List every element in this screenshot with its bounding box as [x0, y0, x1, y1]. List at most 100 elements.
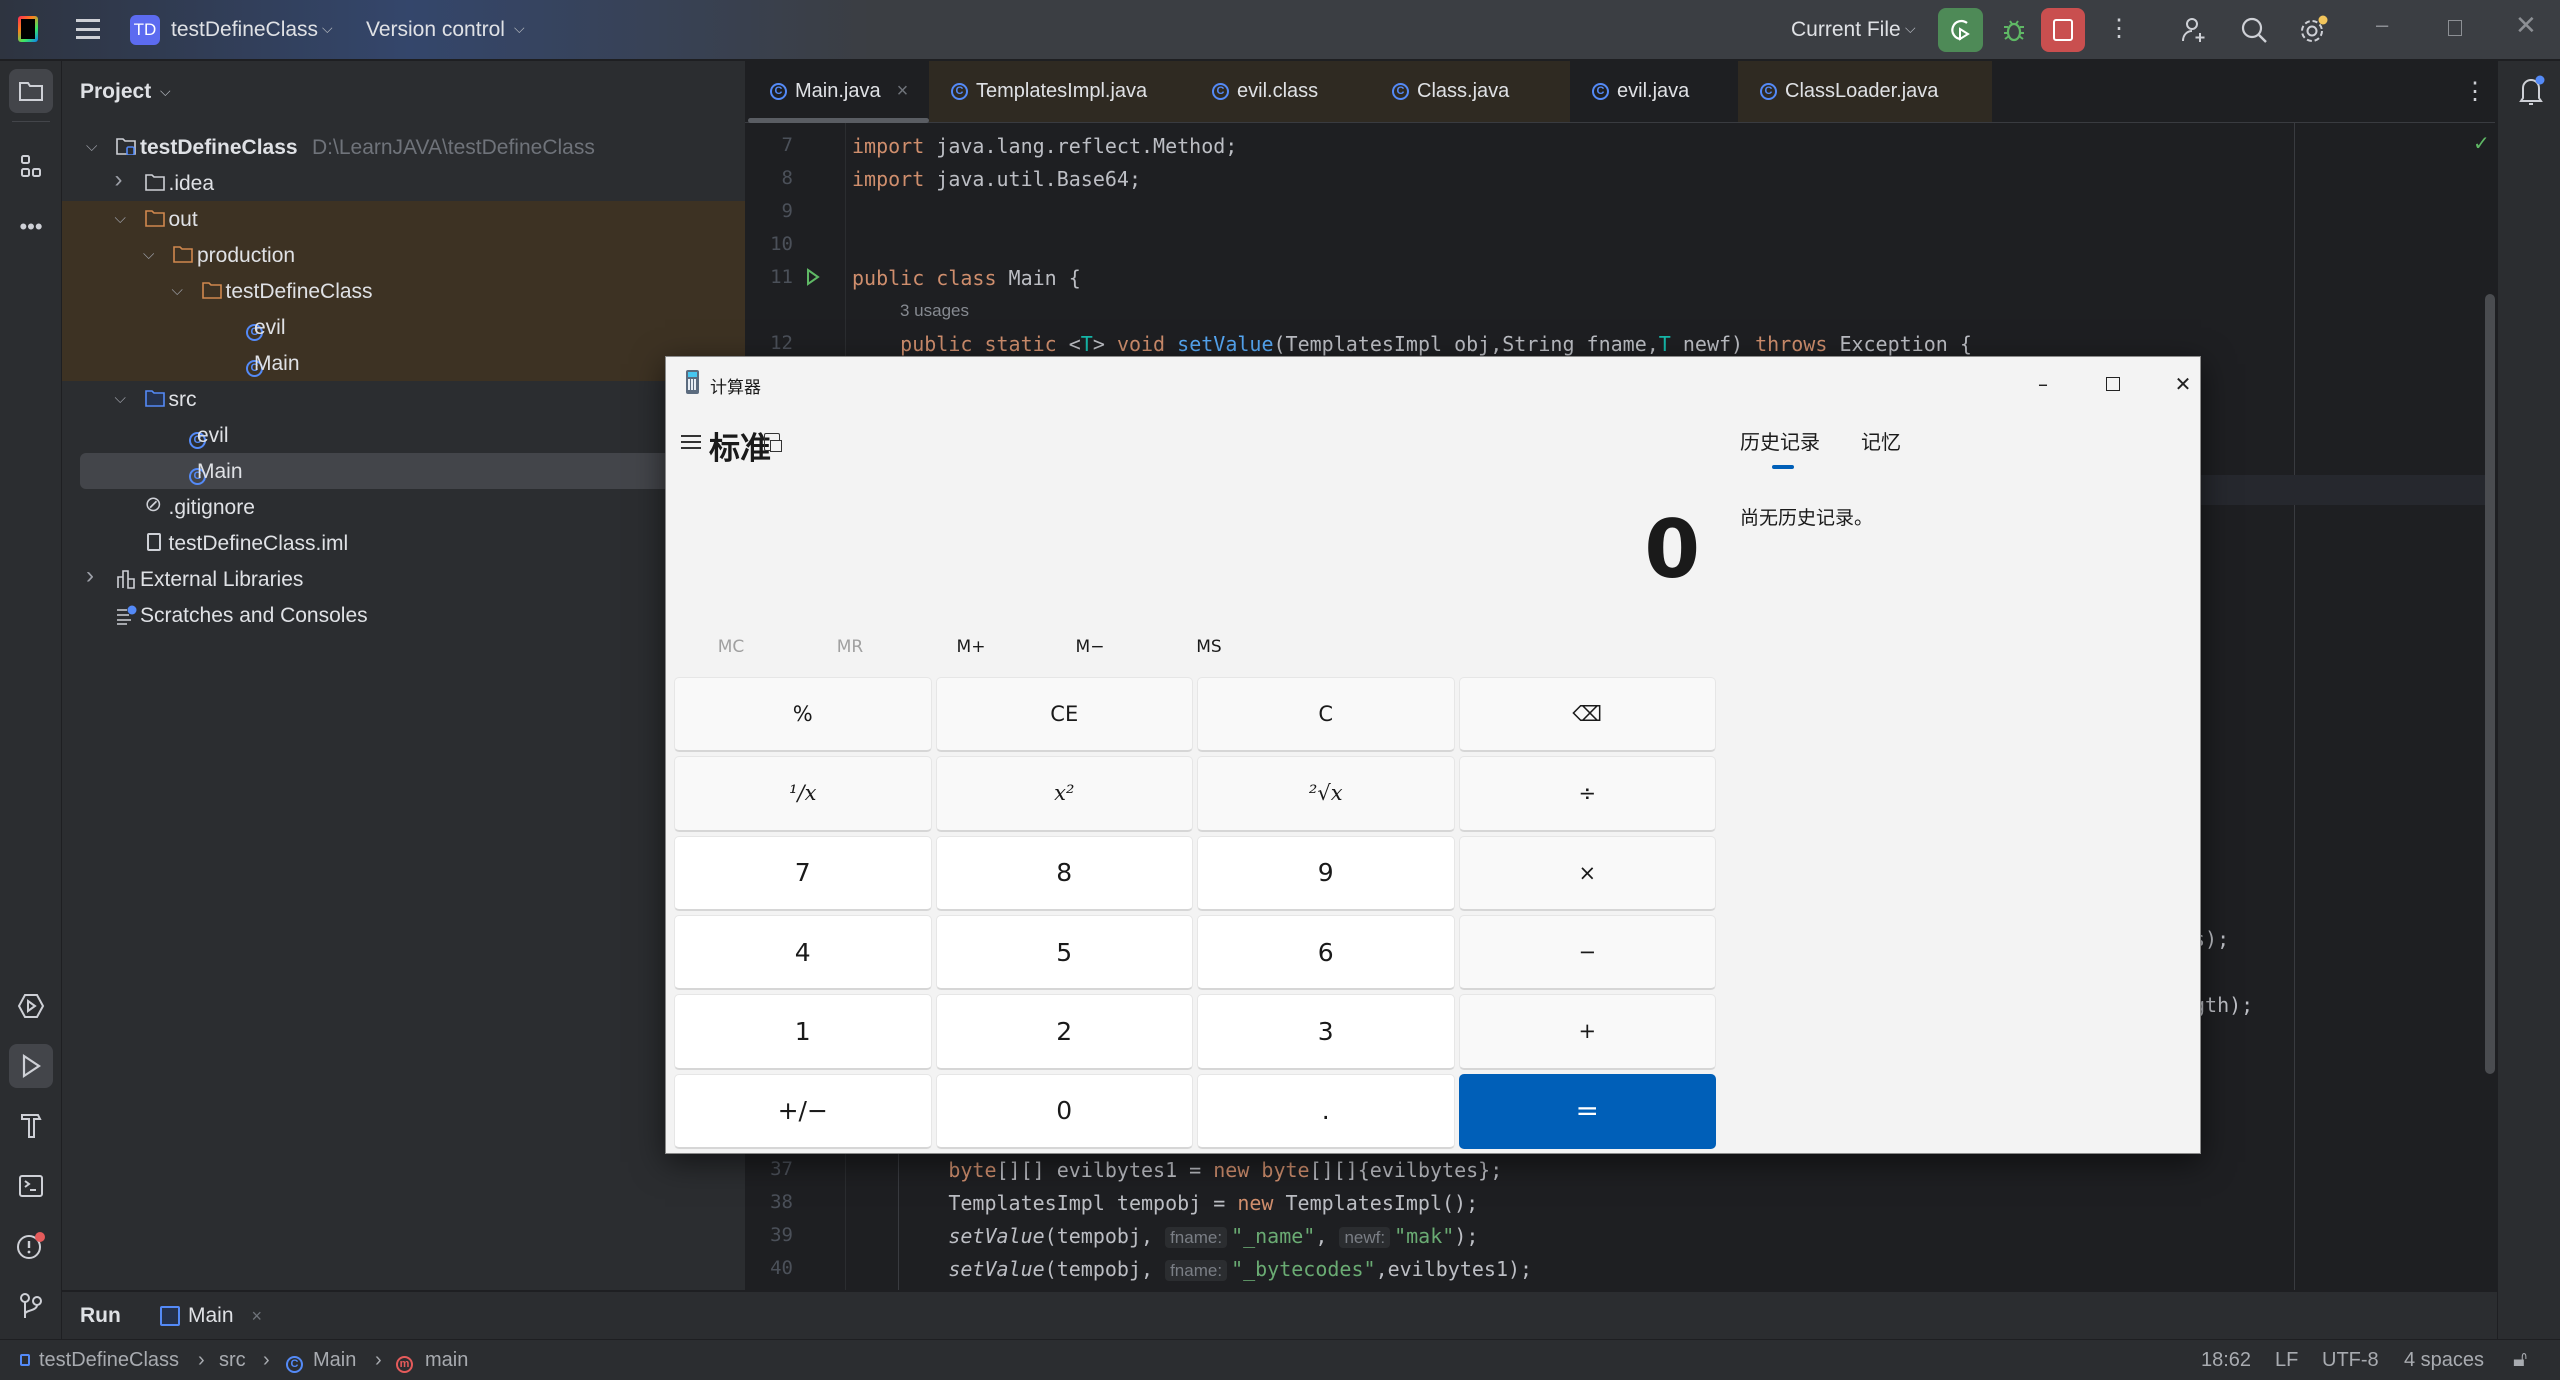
- digit-0-button[interactable]: 0: [935, 1073, 1193, 1149]
- tab-history[interactable]: 历史记录: [1740, 426, 1820, 455]
- breadcrumb-class[interactable]: Main: [313, 1349, 356, 1372]
- intellij-logo-icon[interactable]: [18, 16, 38, 42]
- add-button[interactable]: +: [1458, 994, 1716, 1070]
- backspace-button[interactable]: ⌫: [1458, 677, 1716, 753]
- terminal-tool-button[interactable]: [9, 1164, 53, 1208]
- digit-6-button[interactable]: 6: [1197, 915, 1455, 991]
- chevron-down-icon[interactable]: ⌵: [172, 282, 183, 299]
- chevron-right-icon[interactable]: ›: [115, 166, 123, 194]
- project-badge[interactable]: TD: [130, 15, 160, 45]
- project-tool-button[interactable]: [9, 69, 53, 113]
- tab-class-java[interactable]: C Class.java: [1370, 61, 1570, 122]
- keep-on-top-icon[interactable]: [764, 433, 782, 452]
- square-root-button[interactable]: ²√x: [1197, 756, 1455, 832]
- chevron-down-icon[interactable]: ⌵: [143, 246, 154, 263]
- subtract-button[interactable]: −: [1458, 915, 1716, 991]
- decimal-button[interactable]: .: [1197, 1073, 1455, 1149]
- digit-7-button[interactable]: 7: [674, 835, 932, 911]
- clear-entry-button[interactable]: CE: [935, 677, 1193, 753]
- chevron-right-icon[interactable]: ›: [86, 562, 94, 590]
- tree-item[interactable]: Cevil: [62, 309, 745, 345]
- multiply-button[interactable]: ×: [1458, 835, 1716, 911]
- more-tools-icon[interactable]: •••: [9, 205, 53, 249]
- tree-item[interactable]: ⌵ testDefineClass D:\LearnJAVA\testDefineC…: [62, 129, 745, 165]
- services-tool-button[interactable]: [9, 984, 53, 1028]
- git-tool-button[interactable]: [9, 1284, 53, 1328]
- run-gutter-icon[interactable]: [806, 268, 820, 291]
- reciprocal-button[interactable]: ¹/x: [674, 756, 932, 832]
- tab-classloader-java[interactable]: C ClassLoader.java: [1738, 61, 1992, 122]
- digit-9-button[interactable]: 9: [1197, 835, 1455, 911]
- file-encoding[interactable]: UTF-8: [2322, 1349, 2379, 1372]
- project-selector[interactable]: testDefineClass: [171, 18, 318, 42]
- usages-hint[interactable]: 3 usages: [900, 301, 969, 321]
- close-tab-icon[interactable]: ×: [252, 1306, 263, 1327]
- search-icon[interactable]: [2240, 16, 2268, 49]
- vcs-selector[interactable]: Version control: [366, 18, 505, 42]
- indent-setting[interactable]: 4 spaces: [2404, 1349, 2484, 1372]
- tree-item[interactable]: ⌵ src: [62, 381, 745, 417]
- tab-evil-class[interactable]: Cevil.class: [1190, 61, 1370, 122]
- chevron-down-icon[interactable]: ⌵: [115, 390, 126, 407]
- clear-button[interactable]: C: [1197, 677, 1455, 753]
- divide-button[interactable]: ÷: [1458, 756, 1716, 832]
- window-close-button[interactable]: ✕: [2515, 10, 2537, 41]
- tree-item[interactable]: Scratches and Consoles: [62, 597, 745, 633]
- digit-2-button[interactable]: 2: [935, 994, 1193, 1070]
- no-problems-check-icon[interactable]: ✓: [2473, 131, 2490, 156]
- build-tool-button[interactable]: [9, 1104, 53, 1148]
- digit-5-button[interactable]: 5: [935, 915, 1193, 991]
- percent-button[interactable]: %: [674, 677, 932, 753]
- negate-button[interactable]: +/−: [674, 1073, 932, 1149]
- chevron-down-icon[interactable]: ⌵: [115, 210, 126, 227]
- notifications-bell-icon[interactable]: [2518, 75, 2546, 112]
- problems-tool-button[interactable]: [9, 1224, 53, 1268]
- lock-icon[interactable]: 🔓︎: [2513, 1346, 2527, 1372]
- tree-item[interactable]: C Main: [62, 345, 745, 381]
- digit-8-button[interactable]: 8: [935, 835, 1193, 911]
- tab-memory[interactable]: 记忆: [1861, 426, 1901, 455]
- tree-item[interactable]: ⌵ production: [62, 237, 745, 273]
- chevron-down-icon[interactable]: ⌵: [86, 138, 97, 155]
- window-minimize-button[interactable]: –: [2376, 12, 2388, 38]
- settings-gear-icon[interactable]: [2298, 15, 2328, 50]
- run-config-selector[interactable]: Current File: [1791, 18, 1901, 42]
- memory-mc-button[interactable]: MC: [696, 637, 766, 657]
- equals-button[interactable]: =: [1458, 1073, 1716, 1149]
- main-menu-icon[interactable]: [76, 19, 100, 39]
- more-actions-icon[interactable]: ⋮: [2107, 14, 2131, 43]
- memory-mplus-button[interactable]: M+: [936, 637, 1006, 657]
- memory-ms-button[interactable]: MS: [1174, 637, 1244, 657]
- tree-item[interactable]: testDefineClass.iml: [62, 525, 745, 561]
- tree-item[interactable]: ⌵ out: [62, 201, 745, 237]
- vertical-scrollbar[interactable]: [2485, 294, 2495, 1074]
- tabs-more-icon[interactable]: ⋮: [2463, 77, 2487, 106]
- digit-4-button[interactable]: 4: [674, 915, 932, 991]
- debug-button[interactable]: [1997, 12, 2031, 48]
- structure-tool-button[interactable]: [9, 145, 53, 189]
- memory-mminus-button[interactable]: M−: [1055, 637, 1125, 657]
- tree-item[interactable]: › External Libraries: [62, 561, 745, 597]
- tree-item[interactable]: ⌵ testDefineClass: [62, 273, 745, 309]
- breadcrumb-project[interactable]: testDefineClass: [39, 1349, 179, 1372]
- square-button[interactable]: x²: [935, 756, 1193, 832]
- tab-templatesimpl-java[interactable]: C TemplatesImpl.java: [929, 61, 1190, 122]
- breadcrumb-src[interactable]: src: [219, 1349, 246, 1372]
- caret-position[interactable]: 18:62: [2201, 1349, 2251, 1372]
- memory-mr-button[interactable]: MR: [815, 637, 885, 657]
- tree-item[interactable]: ⊘ .gitignore: [62, 489, 745, 525]
- run-tab-main[interactable]: Main ×: [160, 1302, 262, 1330]
- window-restore-button[interactable]: [2448, 20, 2462, 36]
- calc-close-button[interactable]: ✕: [2168, 369, 2198, 399]
- rerun-button[interactable]: [1938, 8, 1983, 52]
- stop-button[interactable]: [2041, 8, 2085, 52]
- digit-1-button[interactable]: 1: [674, 994, 932, 1070]
- breadcrumb-method[interactable]: main: [425, 1349, 468, 1372]
- add-user-icon[interactable]: [2180, 16, 2208, 49]
- navigation-menu-icon[interactable]: [681, 435, 701, 449]
- tab-main-java[interactable]: C Main.java ×: [748, 61, 929, 122]
- digit-3-button[interactable]: 3: [1197, 994, 1455, 1070]
- tree-item[interactable]: Cevil: [62, 417, 745, 453]
- close-tab-icon[interactable]: ×: [897, 80, 909, 103]
- calc-maximize-button[interactable]: [2098, 369, 2128, 399]
